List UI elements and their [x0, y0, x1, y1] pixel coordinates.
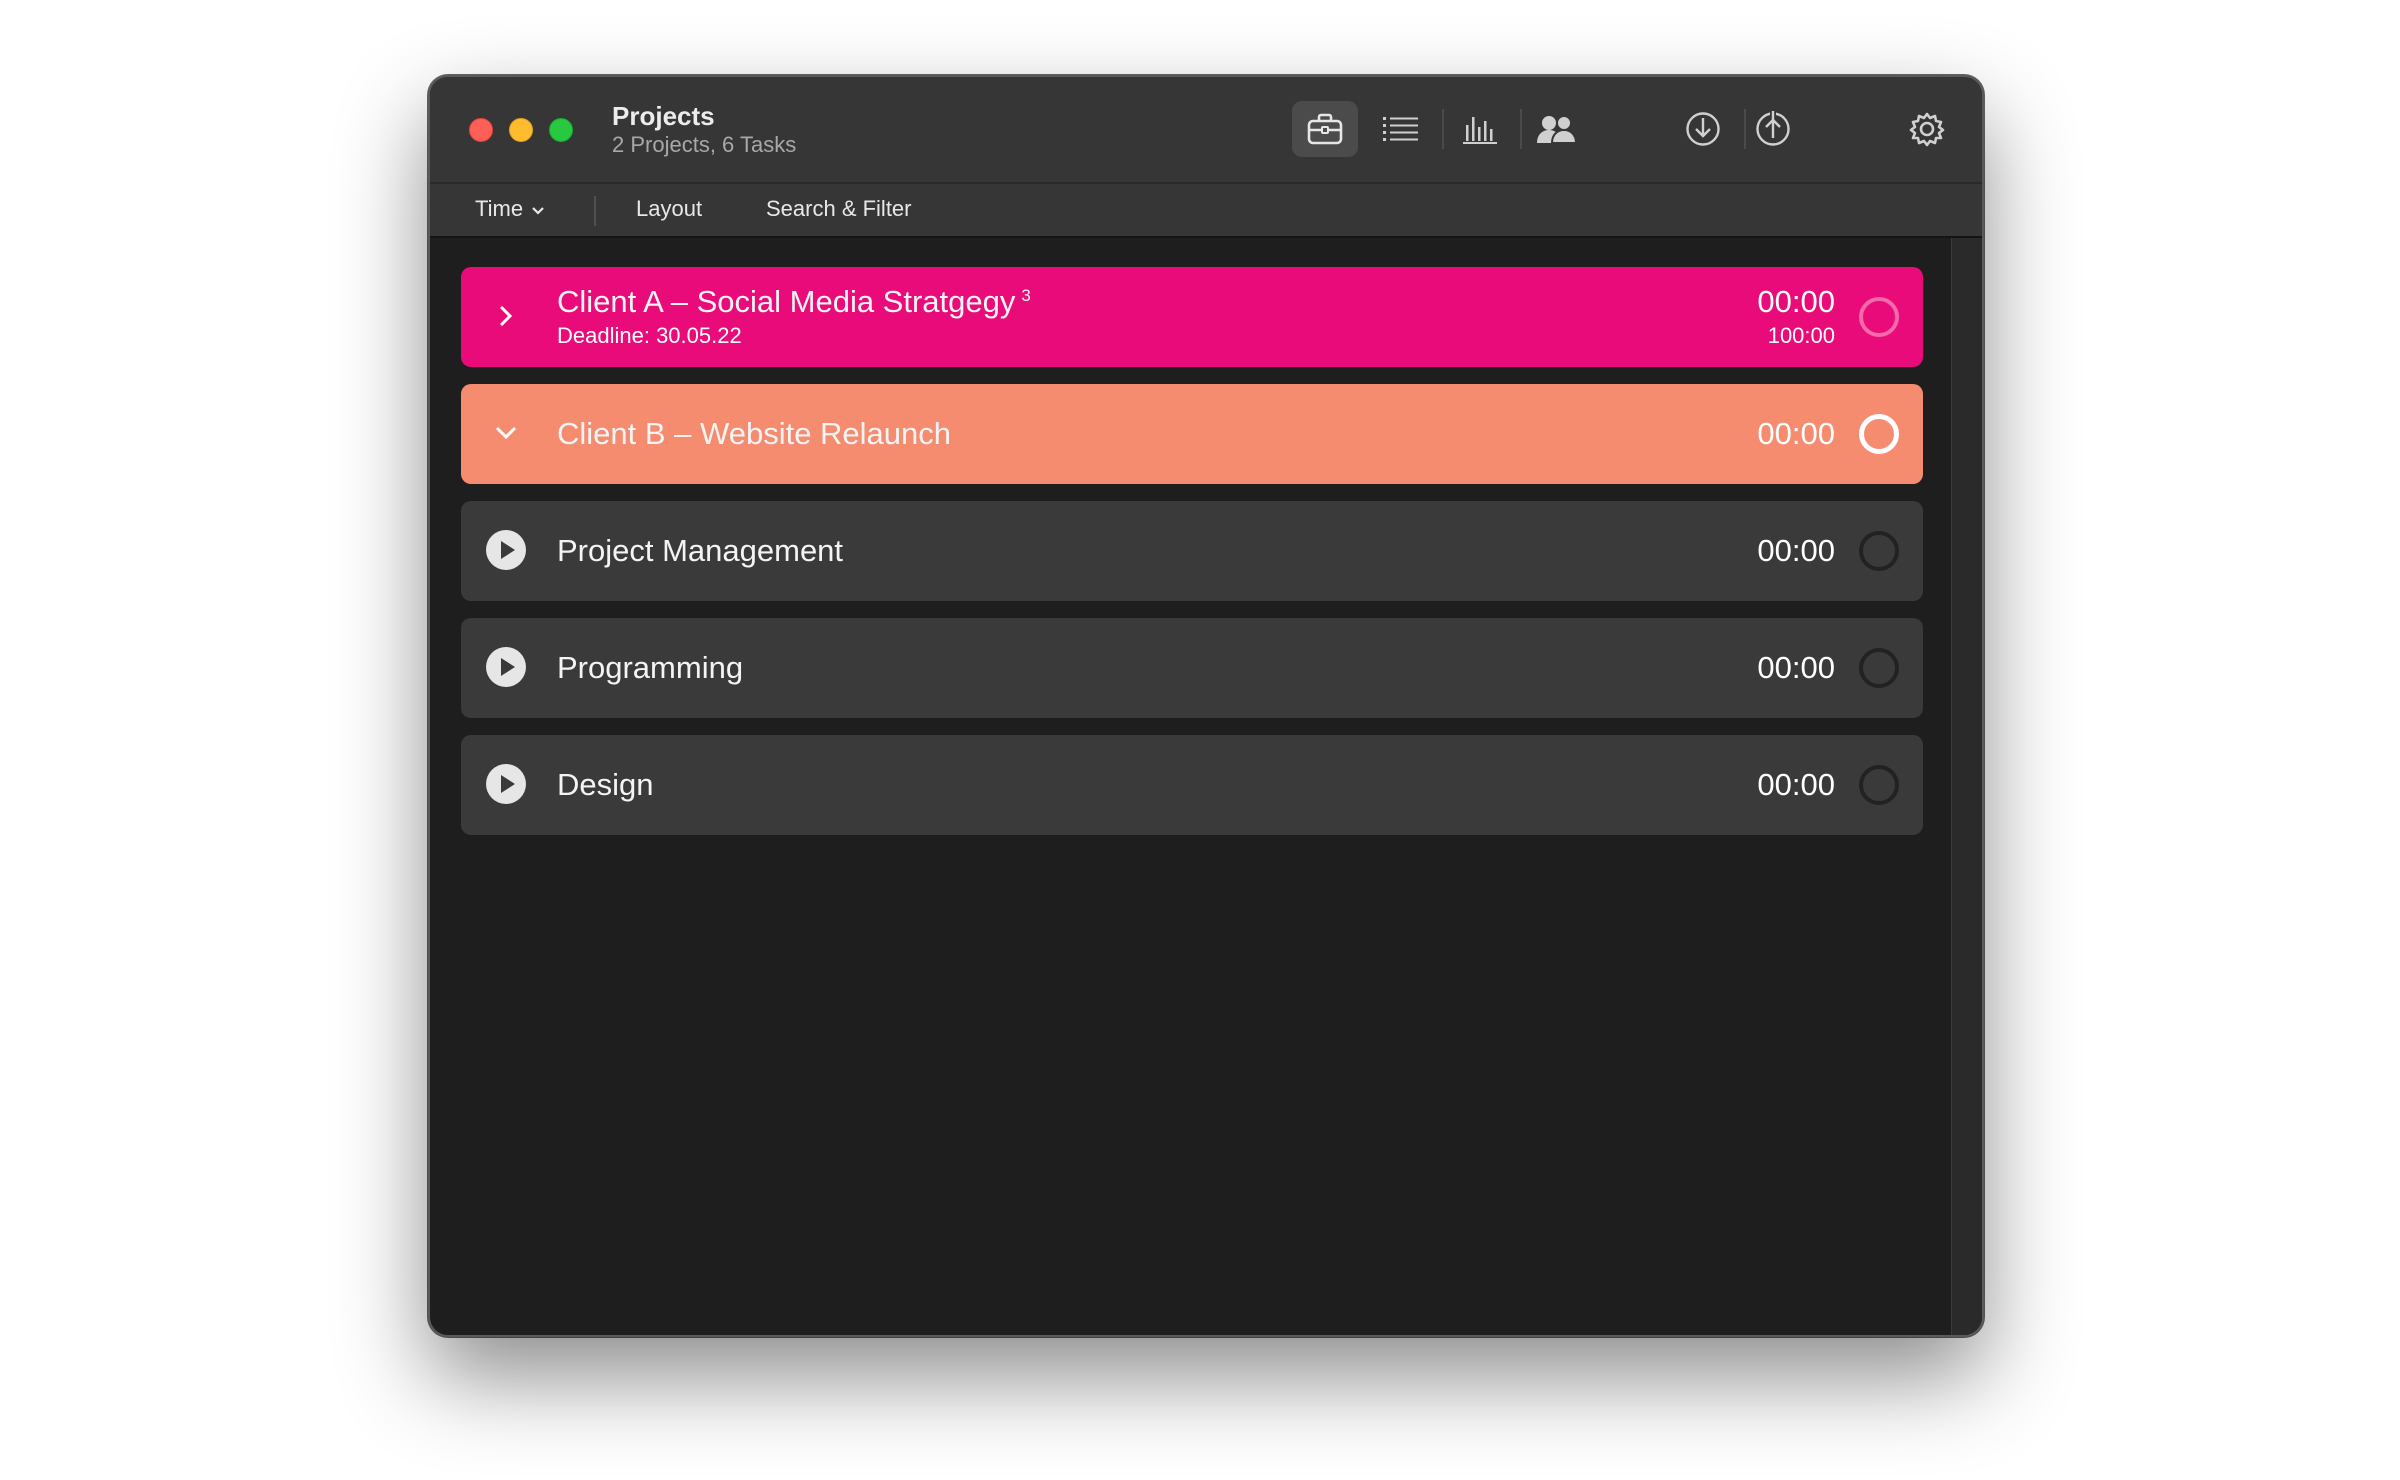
list-view-button[interactable]: [1368, 101, 1434, 157]
task-time: 00:00: [1757, 533, 1835, 568]
task-name: Project Management: [557, 533, 844, 568]
project-complete-toggle[interactable]: [1859, 297, 1899, 337]
import-button[interactable]: [1670, 101, 1736, 157]
search-filter-button[interactable]: Search & Filter: [766, 196, 912, 222]
project-time: 00:00: [1757, 416, 1835, 451]
task-name: Design: [557, 767, 654, 802]
window-subtitle: 2 Projects, 6 Tasks: [612, 132, 797, 157]
app-window: Projects 2 Projects, 6 Tasks Time Layout…: [428, 75, 1984, 1337]
statistics-view-button[interactable]: [1447, 101, 1513, 157]
collapse-project-button[interactable]: [485, 414, 527, 456]
minimize-window-button[interactable]: [509, 118, 533, 142]
close-window-button[interactable]: [469, 118, 493, 142]
projects-icon: [1307, 113, 1343, 145]
time-dropdown-label: Time: [475, 196, 524, 221]
expand-project-button[interactable]: [485, 297, 527, 339]
clients-view-button[interactable]: [1524, 101, 1590, 157]
task-complete-toggle[interactable]: [1859, 531, 1899, 571]
play-icon: [485, 529, 527, 576]
zoom-window-button[interactable]: [549, 118, 573, 142]
play-icon: [485, 763, 527, 810]
task-row-project-management[interactable]: Project Management 00:00: [461, 501, 1923, 601]
task-time: 00:00: [1757, 767, 1835, 802]
start-timer-button[interactable]: [485, 529, 527, 576]
project-name: Client A – Social Media Stratgegy: [557, 284, 1016, 319]
task-name: Programming: [557, 650, 744, 685]
task-count-badge: 3: [1021, 285, 1031, 305]
start-timer-button[interactable]: [485, 763, 527, 810]
chevron-down-icon: [494, 425, 518, 446]
clients-icon: [1537, 114, 1577, 144]
chevron-down-icon: [531, 196, 545, 222]
task-row-design[interactable]: Design 00:00: [461, 735, 1923, 835]
project-complete-toggle[interactable]: [1859, 414, 1899, 454]
vertical-scrollbar[interactable]: [1951, 238, 1982, 1335]
task-complete-toggle[interactable]: [1859, 765, 1899, 805]
project-budget: 100:00: [1767, 323, 1835, 348]
layout-label: Layout: [636, 196, 703, 221]
toolbar-separator: [1442, 109, 1444, 149]
layout-button[interactable]: Layout: [636, 196, 702, 222]
statistics-icon: [1462, 113, 1498, 145]
window-title: Projects: [612, 101, 715, 131]
chevron-right-icon: [498, 304, 514, 333]
project-deadline: Deadline: 30.05.22: [557, 323, 742, 348]
projects-view-button[interactable]: [1292, 101, 1358, 157]
project-name: Client B – Website Relaunch: [557, 416, 952, 451]
project-row-client-b[interactable]: Client B – Website Relaunch 00:00: [461, 384, 1923, 484]
list-icon: [1383, 115, 1419, 143]
project-row-client-a[interactable]: Client A – Social Media Stratgegy 3 Deadl…: [461, 267, 1923, 367]
task-complete-toggle[interactable]: [1859, 648, 1899, 688]
play-icon: [485, 646, 527, 693]
search-filter-label: Search & Filter: [766, 196, 912, 221]
project-time: 00:00: [1757, 284, 1835, 319]
task-row-programming[interactable]: Programming 00:00: [461, 618, 1923, 718]
settings-button[interactable]: [1894, 101, 1960, 157]
filter-toolbar: Time Layout Search & Filter: [430, 182, 1982, 238]
export-button[interactable]: [1740, 101, 1806, 157]
project-title: Client A – Social Media Stratgegy 3: [557, 284, 1031, 320]
start-timer-button[interactable]: [485, 646, 527, 693]
title-bar: Projects 2 Projects, 6 Tasks: [430, 77, 1982, 182]
toolbar-separator: [594, 196, 596, 226]
import-icon: [1685, 111, 1721, 147]
task-time: 00:00: [1757, 650, 1835, 685]
export-icon: [1755, 111, 1791, 147]
settings-gear-icon: [1909, 111, 1945, 147]
toolbar-separator: [1520, 109, 1522, 149]
time-dropdown[interactable]: Time: [475, 196, 545, 222]
